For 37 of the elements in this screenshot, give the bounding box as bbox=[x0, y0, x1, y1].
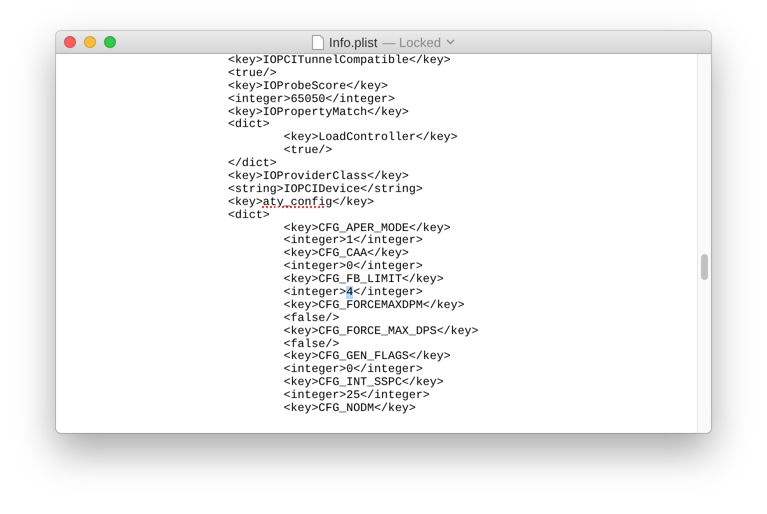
code-line: <key>CFG_FORCEMAXDPM</key> bbox=[282, 300, 466, 312]
code-line: <dict> bbox=[226, 210, 271, 223]
code-line: <integer>4</integer> bbox=[282, 287, 424, 300]
code-line: <true/> bbox=[226, 68, 278, 80]
code-line: <dict> bbox=[226, 119, 271, 132]
code-line: <string>IOPCIDevice</string> bbox=[226, 184, 424, 196]
code-line: <key>LoadController</key> bbox=[282, 132, 459, 144]
chevron-icon[interactable] bbox=[446, 39, 455, 45]
document-icon bbox=[312, 34, 324, 50]
code-line: <key>CFG_INT_SSPC</key> bbox=[282, 377, 445, 390]
scrollbar[interactable] bbox=[697, 54, 711, 433]
code-line: </dict> bbox=[226, 158, 278, 170]
code-line: <integer>65050</integer> bbox=[226, 94, 396, 106]
code-line: <false/> bbox=[282, 312, 340, 326]
zoom-button[interactable] bbox=[104, 36, 116, 48]
code-line: <key>IOProviderClass</key> bbox=[226, 171, 410, 184]
close-button[interactable] bbox=[64, 36, 76, 48]
code-line: <key>CFG_APER_MODE</key> bbox=[282, 222, 452, 235]
code-line: <key>CFG_CAA</key> bbox=[282, 248, 410, 260]
code-line: <key>IOProbeScore</key> bbox=[226, 80, 390, 94]
lock-status: — Locked bbox=[382, 34, 441, 50]
code-line: <integer>0</integer> bbox=[282, 364, 424, 376]
code-line: <key>IOPCITunnelCompatible</key> bbox=[226, 55, 452, 68]
code-line: <key>aty_config</key> bbox=[226, 196, 376, 210]
code-line: <key>CFG_NODM</key> bbox=[282, 403, 417, 416]
scroll-thumb[interactable] bbox=[701, 254, 708, 280]
code-line: <key>CFG_FORCE_MAX_DPS</key> bbox=[282, 326, 480, 338]
code-line: <integer>25</integer> bbox=[282, 390, 431, 402]
minimize-button[interactable] bbox=[84, 36, 96, 48]
code-line: <true/> bbox=[282, 145, 334, 158]
code-line: <key>CFG_GEN_FLAGS</key> bbox=[282, 351, 452, 364]
code-line: <integer>1</integer> bbox=[282, 235, 424, 248]
window-title: Info.plist bbox=[329, 34, 378, 50]
code-line: <key>IOPropertyMatch</key> bbox=[226, 106, 410, 119]
code-line: <integer>0</integer> bbox=[282, 261, 424, 274]
code-line: <false/> bbox=[282, 338, 340, 351]
code-line: <key>CFG_FB_LIMIT</key> bbox=[282, 274, 445, 286]
